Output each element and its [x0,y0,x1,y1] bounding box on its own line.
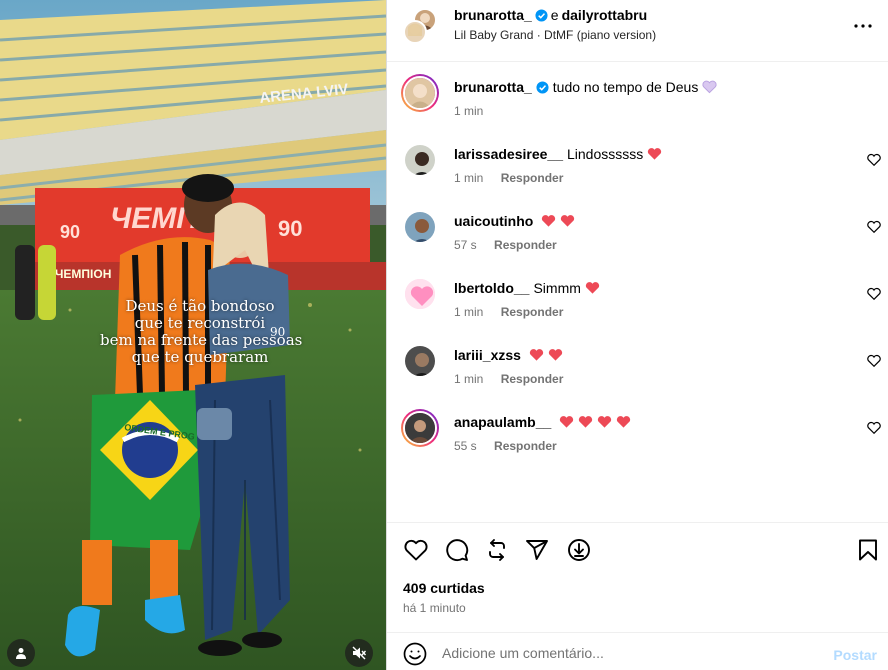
caption: brunarotta_ tudo no tempo de Deus 1 min [387,74,888,141]
mute-icon [352,646,366,660]
heart-emoji-icon [542,215,556,227]
comment-username[interactable]: lariii_xzss [454,347,521,363]
overlay-line: que te quebraram [131,348,269,366]
post-media[interactable]: ЧЕМП 90 90 ЧЕМПІОН ARENA LVIV ORDEM E PR… [0,0,386,670]
banner-number-left: 90 [60,222,80,242]
comment-item: lariii_xzss 1 min Responder [387,342,888,409]
heart-emoji-icon [702,80,717,94]
more-options-icon [854,24,872,28]
like-comment-icon[interactable] [867,153,881,167]
comment-time: 1 min [454,372,484,386]
comment-text: Simmm [533,280,581,296]
heart-emoji-icon [598,416,612,428]
collab-avatars[interactable] [403,8,439,44]
verified-badge-icon [535,8,548,22]
post-header: brunarotta_ e dailyrottabru Lil Baby Gra… [387,0,888,62]
comment-time: 1 min [454,171,484,185]
comments-list[interactable]: brunarotta_ tudo no tempo de Deus 1 min … [387,62,888,522]
repost-icon [489,539,505,561]
save-icon [568,539,590,561]
caption-time: 1 min [454,104,484,118]
comment-username[interactable]: larissadesiree__ [454,146,563,162]
heart-emoji-icon [560,416,574,428]
audio-track-link[interactable]: Lil Baby Grand · DtMF (piano version) [454,28,656,42]
share-button[interactable] [524,537,550,563]
post-timestamp[interactable]: há 1 minuto [403,601,466,615]
share-icon [526,540,548,560]
bookmark-icon [859,539,877,561]
caption-username[interactable]: brunarotta_ [454,79,532,95]
user-tag-icon [16,648,26,659]
reply-button[interactable]: Responder [494,238,557,252]
comment-username[interactable]: lbertoldo__ [454,280,529,296]
repost-button[interactable] [484,537,510,563]
like-count[interactable]: 409 curtidas [403,580,485,596]
comment-item: larissadesiree__ Lindossssss 1 min Respo… [387,141,888,208]
comment-button[interactable] [444,537,470,563]
mute-button[interactable] [345,639,373,667]
reply-button[interactable]: Responder [501,305,564,319]
add-comment-bar: Postar [387,632,888,670]
comment-username[interactable]: uaicoutinho [454,213,533,229]
avatar[interactable] [401,208,439,246]
emoji-icon[interactable] [403,642,427,666]
comment-time: 57 s [454,238,477,252]
comment-item: uaicoutinho 57 s Responder [387,208,888,275]
post-side-panel: brunarotta_ e dailyrottabru Lil Baby Gra… [386,0,888,670]
avatar[interactable] [403,20,427,44]
like-comment-icon[interactable] [867,220,881,234]
heart-emoji-icon [617,416,631,428]
heart-emoji-icon [585,282,600,294]
like-comment-icon[interactable] [867,421,881,435]
bookmark-button[interactable] [855,537,881,563]
comment-icon [446,539,469,562]
avatar[interactable] [401,342,439,380]
collaborator-username[interactable]: dailyrottabru [562,7,648,23]
comment-item: anapaulamb__ 55 s Responder [387,409,888,476]
overlay-line: que te reconstrói [134,314,266,332]
like-comment-icon[interactable] [867,354,881,368]
post-authors: brunarotta_ e dailyrottabru [454,7,647,23]
save-button[interactable] [566,537,592,563]
verified-badge-icon [536,80,549,94]
heart-emoji-icon [548,349,563,361]
banner-number-right: 90 [278,216,302,241]
post-actions: 409 curtidas há 1 minuto [387,522,888,632]
caption-text: tudo no tempo de Deus [552,79,699,95]
heart-emoji-icon [648,148,662,160]
like-button[interactable] [403,537,429,563]
reply-button[interactable]: Responder [501,372,564,386]
avatar[interactable] [401,74,439,112]
heart-emoji-icon [579,416,593,428]
post-comment-button[interactable]: Postar [833,647,877,663]
more-options-button[interactable] [851,14,875,38]
overlay-line: bem na frente das pessoas [100,331,303,349]
reply-button[interactable]: Responder [494,439,557,453]
comment-text: Lindossssss [566,146,644,162]
comment-item: lbertoldo__ Simmm 1 min Responder [387,275,888,342]
story-overlay-text: Deus é tão bondoso que te reconstrói bem… [100,297,303,366]
author-username[interactable]: brunarotta_ [454,7,532,23]
comment-time: 55 s [454,439,477,453]
avatar[interactable] [401,275,439,313]
user-tag-button[interactable] [7,639,35,667]
avatar[interactable] [401,141,439,179]
reply-button[interactable]: Responder [501,171,564,185]
like-icon [404,539,428,561]
conjunction: e [550,7,559,23]
overlay-line: Deus é tão bondoso [125,297,275,315]
heart-emoji-icon [561,215,575,227]
like-comment-icon[interactable] [867,287,881,301]
heart-emoji-icon [529,349,544,361]
banner-text-low: ЧЕМПІОН [55,267,111,281]
avatar[interactable] [401,409,439,447]
comment-time: 1 min [454,305,484,319]
comment-input[interactable] [442,641,822,665]
comment-username[interactable]: anapaulamb__ [454,414,551,430]
